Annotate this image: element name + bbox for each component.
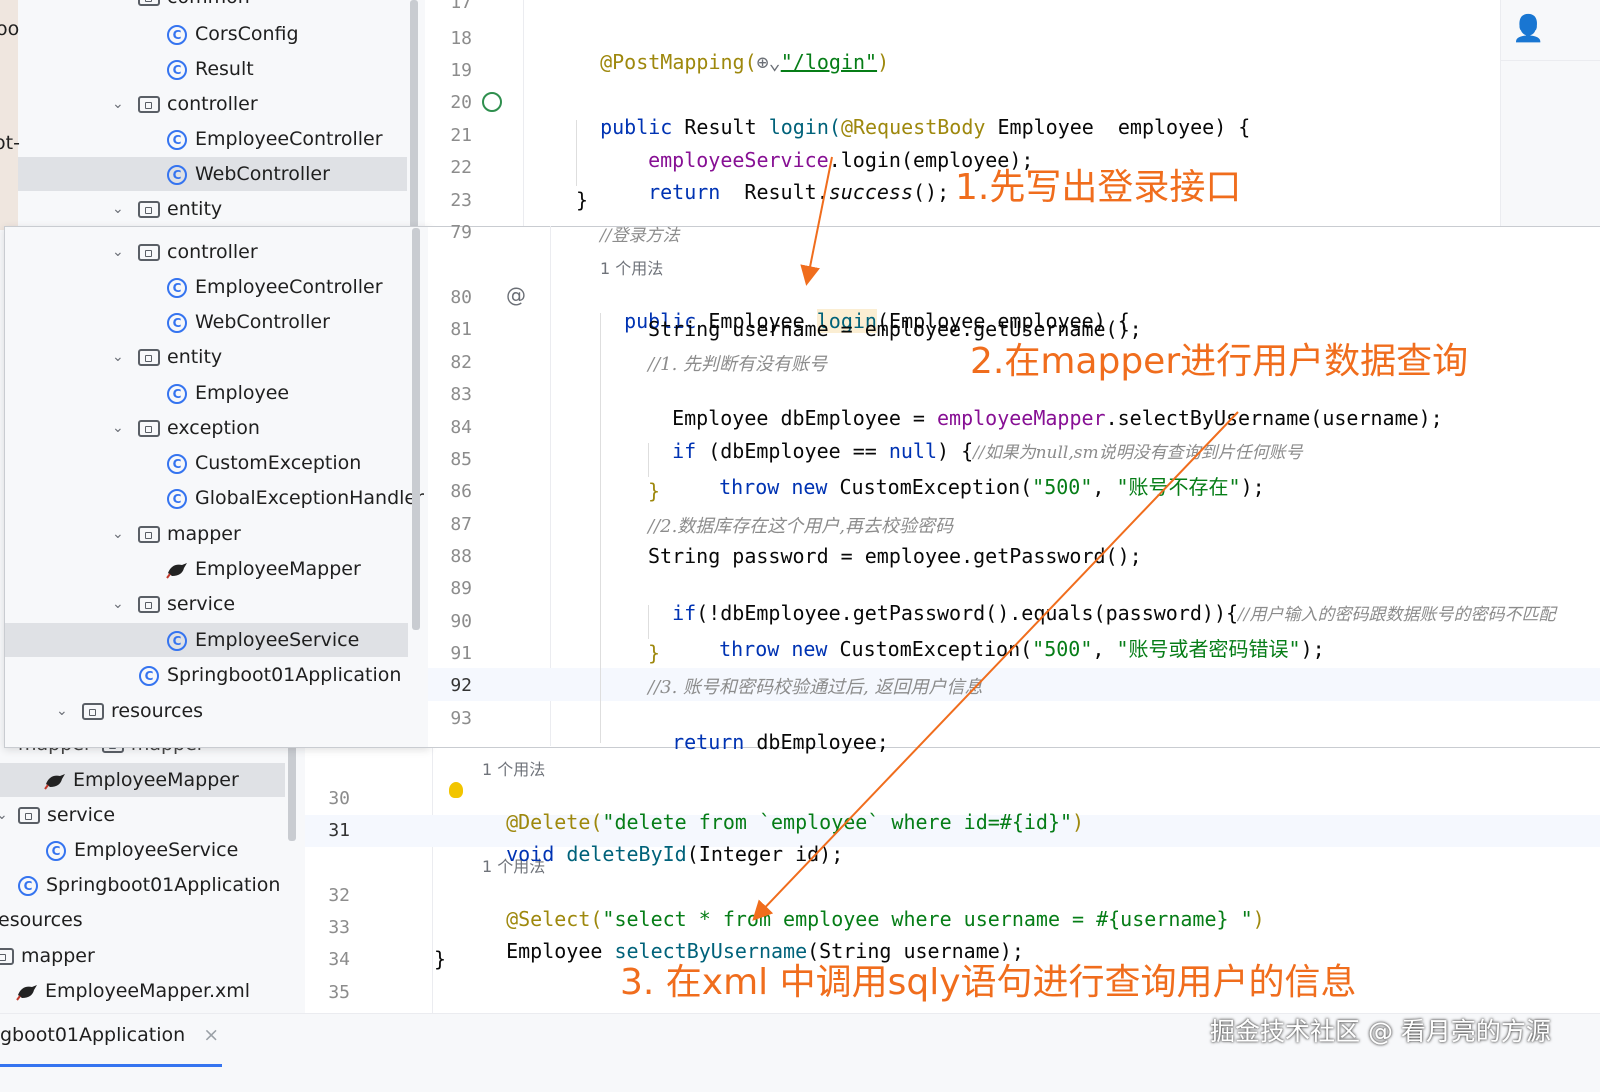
callout-step1: 1.先写出登录接口 (955, 167, 1242, 208)
callout-step2: 2.在mapper进行用户数据查询 (970, 341, 1469, 382)
arrow-step2 (752, 411, 1239, 921)
arrow-step1 (800, 156, 833, 286)
annotation-arrows (752, 156, 1239, 921)
callout-step3: 3. 在xml 中调用sqly语句进行查询用户的信息 (620, 962, 1357, 1003)
